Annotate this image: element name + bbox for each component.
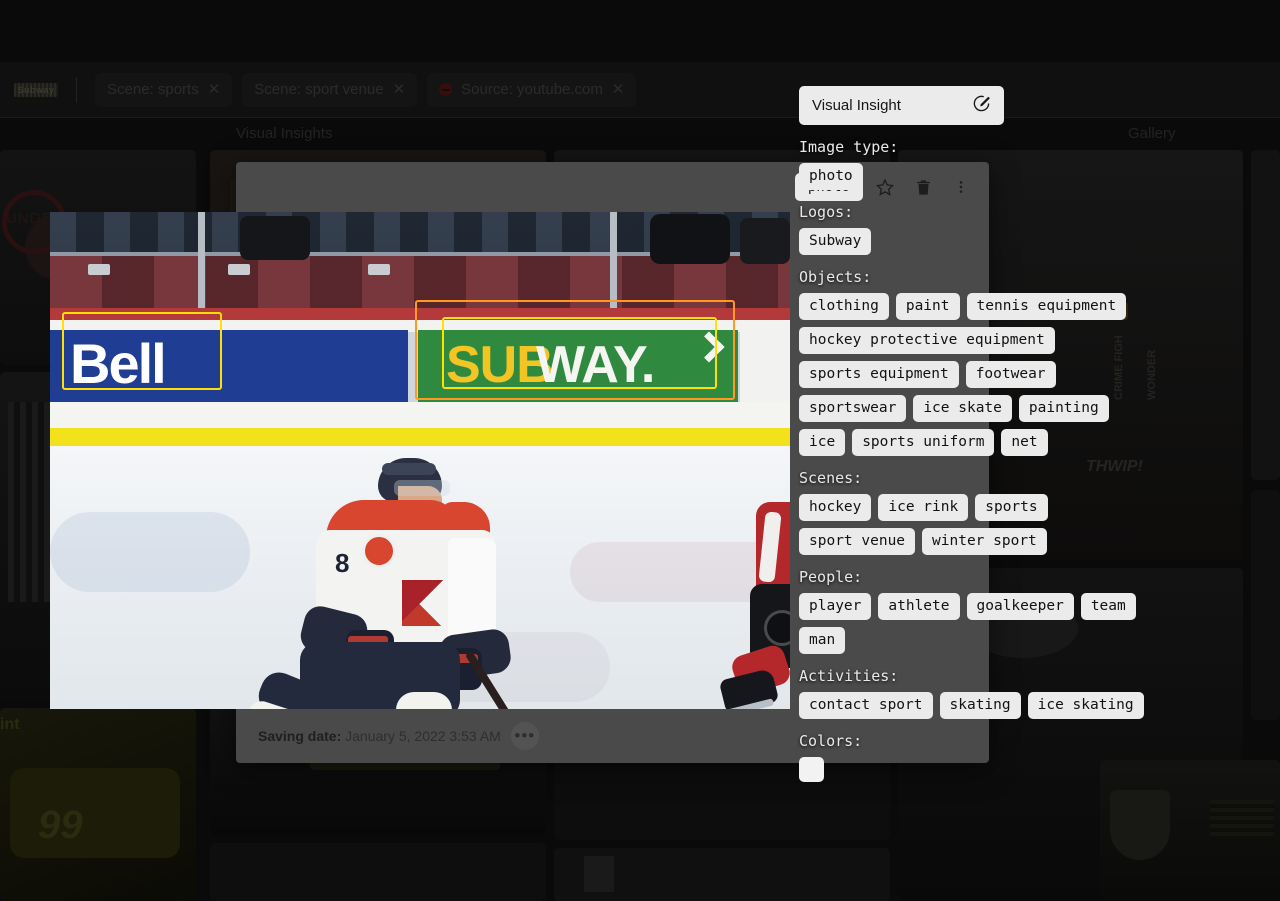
gallery-thumb[interactable] <box>554 848 890 901</box>
tag[interactable]: athlete <box>878 593 959 620</box>
tag[interactable]: goalkeeper <box>967 593 1074 620</box>
filter-chip-label: Source: youtube.com <box>461 81 603 98</box>
saving-date: Saving date: January 5, 2022 3:53 AM <box>258 728 501 744</box>
visual-insight-title: Visual Insight <box>812 97 901 114</box>
tag[interactable]: net <box>1001 429 1047 456</box>
tag[interactable]: sports equipment <box>799 361 959 388</box>
tag[interactable]: ice skating <box>1028 692 1144 719</box>
tag-list: Subway <box>799 228 1159 255</box>
group-label: Scenes: <box>799 469 1219 487</box>
tag[interactable]: skating <box>940 692 1021 719</box>
gallery-thumb[interactable] <box>1251 150 1280 480</box>
visual-insight-panel: Visual Insight Image type: photo Logos: … <box>799 86 1219 782</box>
jersey-number: 8 <box>335 550 349 576</box>
color-swatch-list <box>799 757 1159 782</box>
close-icon[interactable]: ✕ <box>208 82 221 97</box>
bell-logo-box[interactable] <box>62 312 222 390</box>
tag[interactable]: sports uniform <box>852 429 994 456</box>
tag[interactable]: player <box>799 593 871 620</box>
gallery-thumb[interactable] <box>210 843 546 901</box>
edit-circle-icon[interactable] <box>972 94 991 117</box>
tag[interactable]: sportswear <box>799 395 906 422</box>
close-icon[interactable]: ✕ <box>393 82 406 97</box>
tag[interactable]: footwear <box>966 361 1056 388</box>
group-logos: Logos: Subway <box>799 203 1219 255</box>
group-label: Colors: <box>799 732 1219 750</box>
group-activities: Activities: contact sport skating ice sk… <box>799 667 1219 719</box>
section-label-visual-insights: Visual Insights <box>236 125 332 142</box>
tag-list: clothing paint tennis equipment hockey p… <box>799 293 1159 456</box>
group-objects: Objects: clothing paint tennis equipment… <box>799 268 1219 456</box>
tag[interactable]: Subway <box>799 228 871 255</box>
tag[interactable]: hockey <box>799 494 871 521</box>
tag[interactable]: photo <box>799 163 863 190</box>
group-label: Activities: <box>799 667 1219 685</box>
group-colors: Colors: <box>799 732 1219 782</box>
group-scenes: Scenes: hockey ice rink sports sport ven… <box>799 469 1219 555</box>
subway-logo-box-inner[interactable] <box>442 317 717 389</box>
brand-logo-chip: Subway <box>14 83 58 97</box>
tag-list: hockey ice rink sports sport venue winte… <box>799 494 1159 555</box>
tag[interactable]: clothing <box>799 293 889 320</box>
tag-list: player athlete goalkeeper team man <box>799 593 1159 654</box>
visual-insight-header[interactable]: Visual Insight <box>799 86 1004 125</box>
tag[interactable]: ice skate <box>913 395 1012 422</box>
tag-list: photo <box>799 163 1159 190</box>
group-label: Logos: <box>799 203 1219 221</box>
toolbar-divider <box>76 77 77 103</box>
group-label: Image type: <box>799 138 1219 156</box>
tag[interactable]: ice <box>799 429 845 456</box>
card-more-actions-button[interactable]: ••• <box>511 722 539 750</box>
tag[interactable]: team <box>1081 593 1136 620</box>
tag-list: contact sport skating ice skating <box>799 692 1159 719</box>
tag[interactable]: tennis equipment <box>967 293 1127 320</box>
filter-chip-label: Scene: sport venue <box>254 81 383 98</box>
group-label: Objects: <box>799 268 1219 286</box>
tag[interactable]: winter sport <box>922 528 1047 555</box>
color-swatch[interactable] <box>799 757 824 782</box>
detail-photo[interactable]: Bell SUB WAY. 8 <box>50 212 790 709</box>
tag[interactable]: hockey protective equipment <box>799 327 1055 354</box>
tag[interactable]: ice rink <box>878 494 968 521</box>
tag[interactable]: man <box>799 627 845 654</box>
gallery-thumb[interactable]: 99 int <box>0 708 196 901</box>
close-icon[interactable]: ✕ <box>612 82 625 97</box>
tag[interactable]: contact sport <box>799 692 933 719</box>
tag[interactable]: sports <box>975 494 1047 521</box>
filter-chip-label: Scene: sports <box>107 81 199 98</box>
saving-date-value: January 5, 2022 3:53 AM <box>345 728 501 744</box>
tag[interactable]: sport venue <box>799 528 915 555</box>
filter-chip-scene-sports[interactable]: Scene: sports ✕ <box>95 73 232 107</box>
tag[interactable]: painting <box>1019 395 1109 422</box>
tag[interactable]: paint <box>896 293 960 320</box>
filter-chip-source-youtube[interactable]: Source: youtube.com ✕ <box>427 73 636 107</box>
filter-chip-scene-sport-venue[interactable]: Scene: sport venue ✕ <box>242 73 417 107</box>
minus-circle-icon <box>439 83 452 96</box>
group-label: People: <box>799 568 1219 586</box>
group-people: People: player athlete goalkeeper team m… <box>799 568 1219 654</box>
gallery-thumb[interactable] <box>1251 490 1280 720</box>
saving-date-label: Saving date: <box>258 728 341 744</box>
group-image-type: Image type: photo <box>799 138 1219 190</box>
